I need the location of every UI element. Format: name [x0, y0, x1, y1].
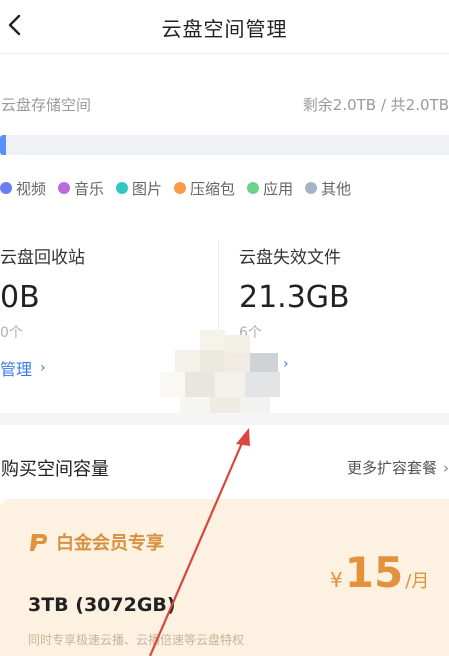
chevron-right-icon: ›: [40, 360, 46, 376]
invalid-files-size: 21.3GB: [239, 280, 350, 315]
chevron-right-icon: ›: [443, 458, 449, 477]
more-plans-label: 更多扩容套餐: [346, 459, 437, 477]
invalid-files-count: 6个: [239, 325, 262, 341]
manage-link-label: 管理: [0, 360, 33, 379]
plan-badge-label: 白金会员专享: [56, 533, 164, 554]
legend-dot-icon: [247, 182, 260, 194]
legend-dot-icon: [0, 182, 12, 194]
chevron-right-icon: ›: [283, 356, 289, 372]
more-plans-link[interactable]: 更多扩容套餐 ›: [347, 457, 449, 478]
legend-dot-icon: [305, 182, 318, 194]
section-separator: [0, 413, 449, 425]
legend-label: 其他: [321, 179, 352, 198]
plan-size: 3TB (3072GB): [28, 594, 176, 616]
plan-description: 同时专享极速云播、云播倍速等云盘特权: [28, 633, 245, 647]
legend-item: 应用: [247, 178, 293, 199]
invalid-files-title: 云盘失效文件: [239, 248, 341, 268]
storage-header: 云盘存储空间 剩余2.0TB / 共2.0TB: [0, 94, 449, 116]
legend-item: 视频: [0, 178, 46, 199]
price-amount: 15: [344, 548, 404, 597]
legend-dot-icon: [174, 182, 187, 194]
storage-label: 云盘存储空间: [1, 96, 92, 114]
storage-quota: 剩余2.0TB / 共2.0TB: [302, 96, 449, 114]
recycle-bin-panel: 云盘回收站 0B 0个 管理 ›: [0, 243, 200, 380]
page-title: 云盘空间管理: [161, 17, 288, 41]
legend-label: 应用: [263, 179, 294, 198]
platinum-p-icon: [30, 534, 47, 551]
legend-dot-icon: [58, 182, 71, 194]
legend-label: 图片: [132, 179, 163, 198]
legend-item: 音乐: [58, 178, 104, 199]
legend-item: 图片: [116, 178, 162, 199]
recycle-bin-count: 0个: [0, 325, 23, 341]
legend-label: 音乐: [74, 179, 105, 198]
storage-legend: 视频 音乐 图片 压缩包 应用 其他: [0, 177, 363, 199]
legend-label: 压缩包: [190, 179, 236, 198]
platinum-plan-card[interactable]: 白金会员专享 ¥ 15 /月 3TB (3072GB) 同时专享极速云播、云播倍…: [0, 499, 449, 656]
invalid-files-panel: 云盘失效文件 21.3GB 6个 ›: [239, 243, 439, 372]
buy-capacity-header: 购买空间容量 更多扩容套餐 ›: [0, 455, 449, 481]
storage-usage-fill: [0, 135, 6, 155]
storage-usage-bar: [0, 135, 449, 155]
legend-label: 视频: [16, 179, 47, 198]
plan-badge: 白金会员专享: [28, 529, 164, 555]
recycle-bin-manage-link[interactable]: 管理 ›: [0, 356, 200, 380]
legend-item: 压缩包: [174, 178, 235, 199]
invalid-files-link[interactable]: ›: [239, 356, 439, 372]
price-unit: /月: [405, 571, 430, 592]
top-bar: 云盘空间管理: [0, 0, 449, 54]
plan-price: ¥ 15 /月: [330, 551, 429, 595]
recycle-bin-size: 0B: [0, 280, 40, 315]
recycle-bin-title: 云盘回收站: [0, 248, 85, 268]
price-currency: ¥: [330, 568, 343, 592]
buy-capacity-title: 购买空间容量: [1, 459, 109, 480]
stat-divider: [218, 240, 219, 358]
legend-item: 其他: [305, 178, 351, 199]
legend-dot-icon: [116, 182, 129, 194]
